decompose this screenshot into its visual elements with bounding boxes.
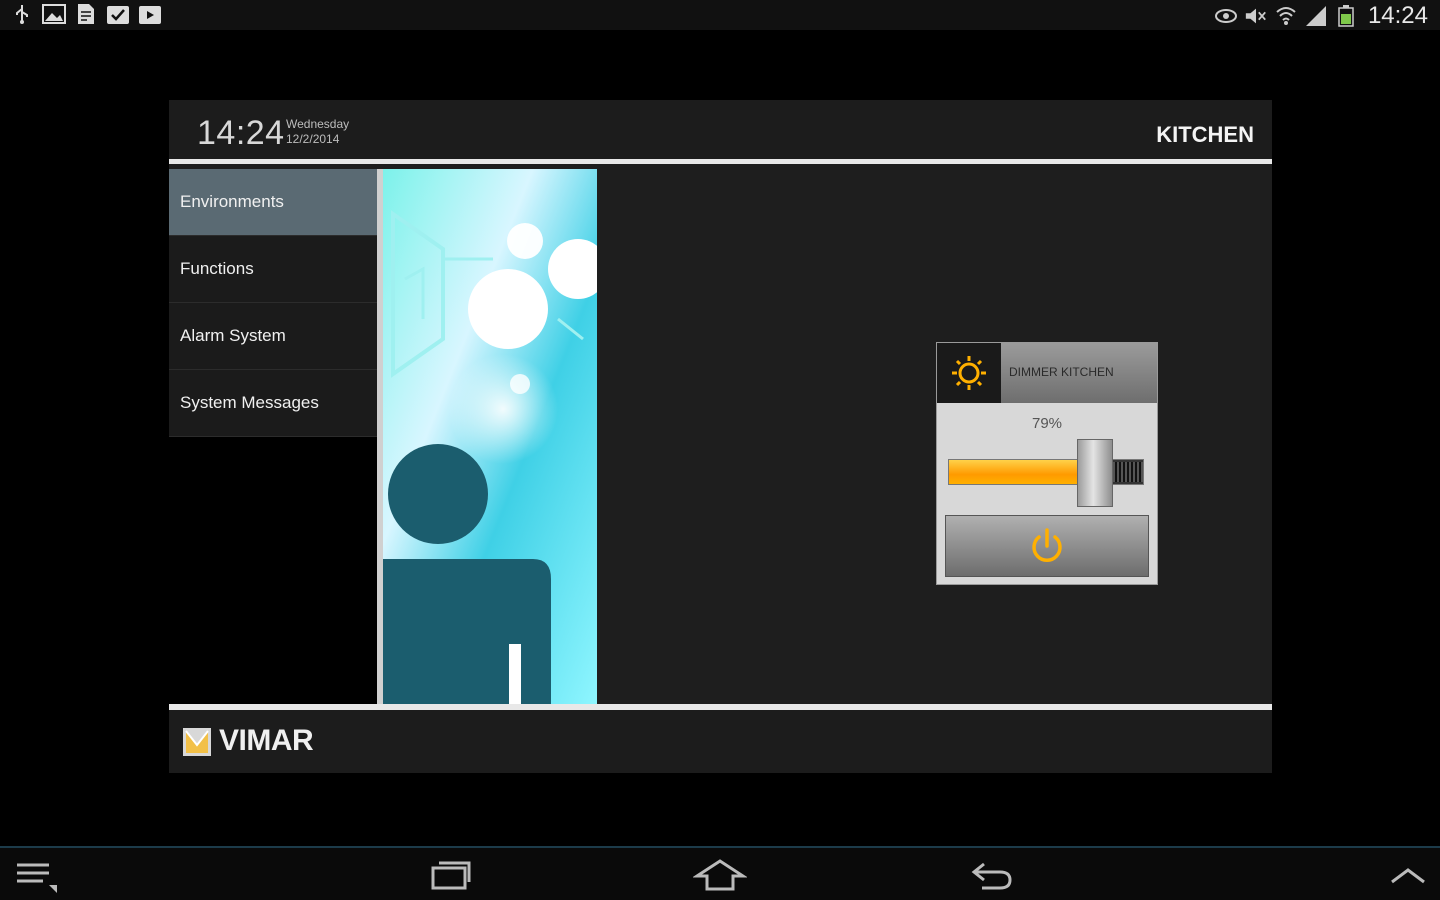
- sidebar-item-label: Environments: [180, 192, 284, 211]
- footer: VIMAR: [169, 710, 1272, 773]
- system-icons: 14:24: [1214, 2, 1428, 30]
- dimmer-slider-track[interactable]: [948, 459, 1144, 485]
- top-bar: 14:24 Wednesday 12/2/2014 KITCHEN: [169, 100, 1272, 164]
- dimmer-label: DIMMER KITCHEN: [1009, 365, 1114, 379]
- sidebar-item-label: System Messages: [180, 393, 319, 412]
- app-panel: 14:24 Wednesday 12/2/2014 KITCHEN Enviro…: [169, 100, 1272, 773]
- back-icon[interactable]: [962, 854, 1022, 896]
- vimar-logo-icon: [183, 728, 211, 756]
- navigation-bar: [0, 846, 1440, 900]
- power-icon: [1032, 528, 1062, 562]
- expand-icon[interactable]: [1378, 854, 1438, 896]
- usb-icon: [10, 3, 34, 25]
- document-icon: [74, 3, 98, 25]
- light-bulb-icon: [937, 343, 1001, 403]
- task-icon: [106, 3, 130, 25]
- wifi-icon: [1274, 5, 1298, 27]
- environment-content-area: [597, 169, 1272, 704]
- slider-grip: [1111, 462, 1143, 482]
- sidebar-item-label: Alarm System: [180, 326, 286, 345]
- dimmer-slider-handle[interactable]: [1077, 439, 1113, 507]
- sidebar-item-system-messages[interactable]: System Messages: [169, 370, 377, 437]
- brand-name: VIMAR: [219, 724, 314, 757]
- sidebar: Environments Functions Alarm System Syst…: [169, 169, 377, 704]
- sidebar-item-label: Functions: [180, 259, 254, 278]
- menu-icon[interactable]: [4, 854, 64, 896]
- sidebar-item-environments[interactable]: Environments: [169, 169, 377, 236]
- room-title: KITCHEN: [1156, 122, 1254, 147]
- recent-apps-icon[interactable]: [420, 854, 480, 896]
- eye-icon: [1214, 5, 1238, 27]
- header-clock: 14:24: [197, 114, 285, 152]
- status-clock: 14:24: [1367, 2, 1428, 29]
- status-bar: 14:24: [0, 0, 1440, 30]
- header-date: 12/2/2014: [286, 132, 340, 146]
- dimmer-widget: DIMMER KITCHEN 79%: [936, 342, 1158, 585]
- dimmer-slider-fill: [949, 460, 1077, 484]
- media-icon: [138, 3, 162, 25]
- mute-icon: [1244, 5, 1268, 27]
- sidebar-item-functions[interactable]: Functions: [169, 236, 377, 303]
- power-button[interactable]: [945, 515, 1149, 577]
- sidebar-item-alarm-system[interactable]: Alarm System: [169, 303, 377, 370]
- home-icon[interactable]: [690, 854, 750, 896]
- dimmer-percent: 79%: [1031, 415, 1063, 432]
- battery-icon: [1334, 5, 1358, 27]
- dimmer-header: DIMMER KITCHEN: [937, 343, 1157, 403]
- gallery-icon: [42, 3, 66, 25]
- header-day: Wednesday: [286, 117, 350, 131]
- signal-icon: [1304, 5, 1328, 27]
- environment-illustration: [383, 169, 597, 704]
- notification-icons: [10, 3, 162, 25]
